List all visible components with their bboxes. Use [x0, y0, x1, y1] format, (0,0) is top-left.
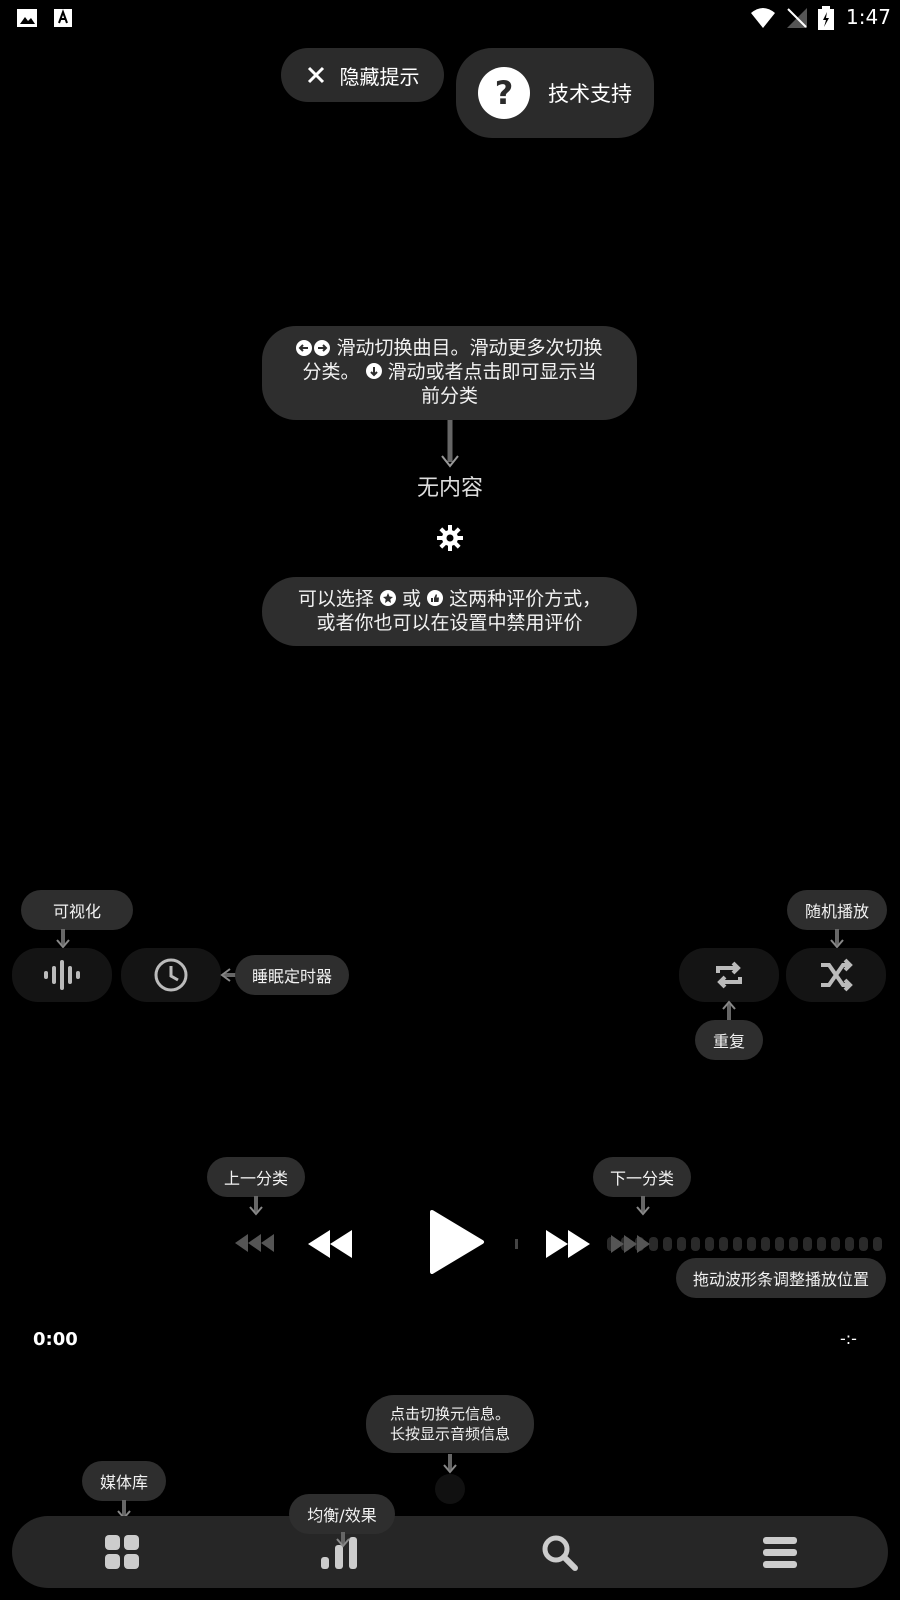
- search-icon: [542, 1535, 578, 1571]
- hide-tips-label: 隐藏提示: [339, 64, 420, 89]
- rating-tip-c: 这两种评价方式，: [449, 588, 602, 610]
- waveform-tip: 拖动波形条调整播放位置: [676, 1258, 886, 1298]
- status-bar: 1:47: [0, 0, 900, 36]
- library-tab[interactable]: [105, 1535, 139, 1569]
- hide-tips-button[interactable]: 隐藏提示: [281, 48, 444, 102]
- wifi-icon: [750, 7, 776, 29]
- meta-info-tip: 点击切换元信息。 长按显示音频信息: [366, 1395, 534, 1453]
- font-icon: [54, 9, 72, 27]
- meta-tip-line2: 长按显示音频信息: [389, 1425, 510, 1443]
- waveform[interactable]: [515, 1235, 885, 1253]
- image-icon: [17, 9, 37, 27]
- sleep-timer-tip: 睡眠定时器: [235, 955, 349, 995]
- shuffle-tip-arrow: [827, 929, 847, 949]
- repeat-tip-arrow: [719, 1000, 739, 1020]
- eq-tip: 均衡/效果: [289, 1494, 395, 1534]
- library-tip: 媒体库: [82, 1461, 166, 1501]
- meta-info-button[interactable]: [435, 1474, 465, 1504]
- rewind-button[interactable]: [306, 1228, 354, 1260]
- shuffle-button[interactable]: [786, 948, 886, 1002]
- gear-icon[interactable]: [437, 525, 463, 551]
- rating-tip-line2: 或者你也可以在设置中禁用评价: [316, 612, 583, 634]
- rating-tip: 可以选择 或 这两种评价方式， 或者你也可以在设置中禁用评价: [262, 577, 637, 646]
- eq-tip-arrow: [333, 1532, 353, 1548]
- support-button[interactable]: ? 技术支持: [456, 48, 654, 138]
- battery-icon: [818, 6, 834, 30]
- signal-icon: [786, 7, 808, 29]
- play-button[interactable]: [428, 1210, 486, 1274]
- swipe-tip-line2a: 分类。: [302, 361, 360, 383]
- rewind-icon: [306, 1228, 354, 1260]
- repeat-tip: 重复: [695, 1020, 763, 1060]
- down-arrow-icon: [365, 363, 382, 379]
- star-icon: [379, 590, 396, 606]
- swipe-tip-line3: 前分类: [420, 385, 478, 407]
- meta-tip-arrow: [440, 1454, 460, 1474]
- search-tab[interactable]: [542, 1535, 578, 1571]
- play-icon: [428, 1210, 486, 1274]
- sleep-timer-button[interactable]: [121, 948, 221, 1002]
- bottom-nav-bar: [12, 1516, 888, 1588]
- visualizer-icon: [44, 960, 80, 990]
- thumb-icon: [427, 590, 444, 606]
- visualizer-button[interactable]: [12, 948, 112, 1002]
- shuffle-tip: 随机播放: [787, 890, 887, 930]
- triple-rewind-icon: [235, 1234, 275, 1252]
- svg-text:?: ?: [495, 74, 514, 112]
- prev-category-tip-arrow: [246, 1196, 266, 1216]
- rating-tip-b: 或: [401, 588, 421, 610]
- swipe-tip-line1: 滑动切换曲目。滑动更多次切换: [336, 337, 603, 359]
- meta-tip-line1: 点击切换元信息。: [389, 1405, 510, 1423]
- repeat-button[interactable]: [679, 948, 779, 1002]
- visualizer-tip-arrow: [53, 929, 73, 949]
- next-category-tip: 下一分类: [593, 1157, 691, 1197]
- next-category-tip-arrow: [633, 1196, 653, 1216]
- close-icon: [306, 65, 326, 85]
- triple-forward-icon: [610, 1235, 650, 1253]
- grid-icon: [105, 1535, 139, 1569]
- repeat-icon: [712, 958, 746, 992]
- shuffle-icon: [819, 958, 853, 992]
- down-pointer-arrow: [440, 420, 460, 468]
- elapsed-time: 0:00: [33, 1329, 78, 1350]
- swipe-tip: 滑动切换曲目。滑动更多次切换 分类。 滑动或者点击即可显示当 前分类: [262, 326, 637, 420]
- help-icon: ?: [478, 67, 530, 119]
- remaining-time: -:-: [840, 1329, 857, 1348]
- no-content-text: 无内容: [416, 476, 483, 501]
- visualizer-tip: 可视化: [21, 890, 133, 930]
- left-right-arrows-icon: [296, 340, 331, 356]
- next-category-button[interactable]: [610, 1235, 650, 1253]
- swipe-tip-line2b: 滑动或者点击即可显示当: [387, 361, 597, 383]
- menu-icon: [763, 1537, 797, 1569]
- prev-category-tip: 上一分类: [207, 1157, 305, 1197]
- clock-icon: [153, 957, 189, 993]
- support-label: 技术支持: [548, 82, 632, 106]
- clock-time: 1:47: [846, 5, 891, 29]
- prev-category-button[interactable]: [235, 1234, 275, 1252]
- menu-tab[interactable]: [763, 1537, 797, 1569]
- rating-tip-a: 可以选择: [297, 588, 374, 610]
